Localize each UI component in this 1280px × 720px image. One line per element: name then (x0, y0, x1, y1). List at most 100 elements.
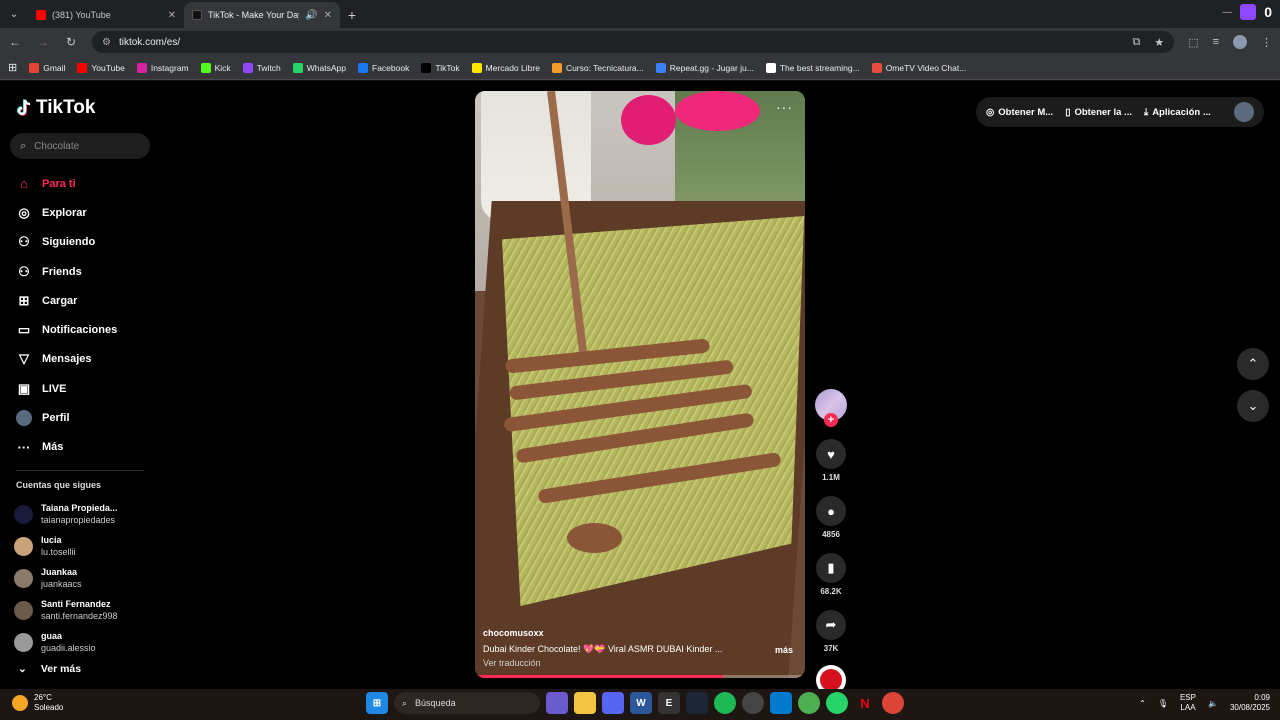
desktop-app-label: Aplicación ... (1152, 106, 1211, 118)
video-player[interactable]: ··· chocomusoxx Dubai Kinder Chocolate! … (475, 91, 805, 678)
get-app-button[interactable]: ▯ Obtener la ... (1065, 107, 1132, 118)
following-account[interactable]: Taiana Propieda... taianapropiedades (14, 498, 154, 530)
comment-icon[interactable]: ● (816, 496, 846, 526)
spotify-icon[interactable] (714, 692, 736, 714)
bookmark-item[interactable]: Repeat.gg - Jugar ju... (655, 62, 754, 73)
bookmark-item[interactable]: Twitch (242, 62, 281, 73)
discord-icon[interactable] (602, 692, 624, 714)
windows-start-icon[interactable]: ⊞ (366, 692, 388, 714)
reload-icon[interactable]: ↻ (64, 35, 78, 49)
bookmark-item[interactable]: Mercado Libre (471, 62, 540, 73)
follow-plus-icon[interactable]: + (824, 413, 838, 427)
bookmark-item[interactable]: YouTube (77, 62, 125, 73)
file-explorer-icon[interactable] (574, 692, 596, 714)
site-info-icon[interactable]: ⚙ (102, 37, 111, 48)
video-progress-bar[interactable] (475, 675, 805, 678)
forward-icon[interactable]: → (36, 35, 50, 49)
comment-action[interactable]: ● 4856 (814, 496, 848, 539)
sidebar-item-friends[interactable]: ⚇ Friends (16, 257, 146, 286)
tiktok-logo[interactable]: TikTok (16, 97, 95, 119)
video-more-icon[interactable]: ··· (776, 99, 793, 115)
sidebar-item-cargar[interactable]: ⊞ Cargar (16, 286, 146, 315)
address-bar[interactable]: ⚙ tiktok.com/es/ ⧉ ★ (92, 31, 1175, 53)
sidebar-item-parati[interactable]: ⌂ Para ti (16, 169, 146, 198)
tray-chevron-icon[interactable]: ⌃ (1139, 699, 1146, 708)
previous-video-button[interactable]: ⌃ (1237, 348, 1269, 380)
bookmark-item[interactable]: Curso: Tecnicatura... (551, 62, 644, 73)
whatsapp-icon[interactable] (826, 692, 848, 714)
share-action[interactable]: ➦ 37K (814, 610, 848, 653)
save-action[interactable]: ▮ 68.2K (814, 553, 848, 596)
bookmark-item[interactable]: Kick (200, 62, 231, 73)
close-icon[interactable]: ✕ (324, 10, 332, 21)
share-icon[interactable]: ➦ (816, 610, 846, 640)
bookmark-item[interactable]: Instagram (136, 62, 189, 73)
bookmark-item[interactable]: Facebook (358, 62, 409, 73)
heart-icon[interactable]: ♥ (816, 439, 846, 469)
tab-tiktok[interactable]: TikTok - Make Your Day 🔊 ✕ (184, 2, 340, 28)
sidebar-item-perfil[interactable]: Perfil (16, 403, 146, 432)
chrome-icon[interactable] (798, 692, 820, 714)
clock[interactable]: 0:09 30/08/2025 (1230, 693, 1270, 713)
close-icon[interactable]: ✕ (168, 10, 176, 21)
youtube-icon (36, 10, 46, 20)
sidebar-item-notificaciones[interactable]: ▭ Notificaciones (16, 315, 146, 344)
search-input[interactable] (34, 140, 135, 152)
bookmark-item[interactable]: The best streaming... (765, 62, 860, 73)
microphone-icon[interactable]: 🎙 (1158, 699, 1168, 708)
language-indicator[interactable]: ESP LAA (1180, 693, 1196, 713)
video-more-link[interactable]: más (775, 645, 793, 655)
steam-icon[interactable] (686, 692, 708, 714)
extensions-icon[interactable]: ⬚ (1188, 36, 1198, 49)
bookmark-favicon-icon (77, 62, 88, 73)
weather-widget[interactable]: 26°C Soleado (12, 693, 63, 713)
see-more-button[interactable]: ⌄ Ver más (18, 663, 81, 675)
vscode-icon[interactable] (770, 692, 792, 714)
video-author[interactable]: chocomusoxx (483, 628, 544, 638)
desktop-app-button[interactable]: ⤓ Aplicación ... (1144, 107, 1211, 118)
minimize-icon[interactable]: — (1222, 7, 1232, 18)
next-video-button[interactable]: ⌄ (1237, 390, 1269, 422)
obs-icon[interactable] (742, 692, 764, 714)
netflix-icon[interactable]: N (854, 692, 876, 714)
sidebar-item-mensajes[interactable]: ▽ Mensajes (16, 345, 146, 374)
get-coins-button[interactable]: ◎ Obtener M... (986, 107, 1053, 118)
bookmark-item[interactable]: TikTok (421, 62, 460, 73)
reading-list-icon[interactable]: ≡ (1213, 36, 1219, 48)
chrome-icon[interactable] (882, 692, 904, 714)
bookmark-icon[interactable]: ▮ (816, 553, 846, 583)
like-action[interactable]: ♥ 1.1M (814, 439, 848, 482)
tab-search-button[interactable]: ⌄ (0, 0, 28, 28)
twitch-extension-icon[interactable] (1240, 4, 1257, 20)
menu-icon[interactable]: ⋮ (1261, 36, 1272, 49)
translate-link[interactable]: Ver traducción (483, 658, 541, 668)
bookmark-item[interactable]: WhatsApp (292, 62, 346, 73)
sidebar-item-live[interactable]: ▣ LIVE (16, 374, 146, 403)
volume-icon[interactable]: 🔈 (1208, 699, 1218, 708)
profile-avatar[interactable] (1233, 35, 1247, 49)
following-account[interactable]: guaa guadii.alessio (14, 626, 154, 658)
account-username: lu.tosellii (41, 547, 76, 557)
sidebar-item-ms[interactable]: ··· Más (16, 433, 146, 462)
speaker-icon[interactable]: 🔊 (305, 10, 317, 21)
bookmark-item[interactable]: OmeTV Video Chat... (871, 62, 966, 73)
search-box[interactable]: ⌕ (10, 133, 150, 159)
following-account[interactable]: lucia lu.tosellii (14, 530, 154, 562)
sidebar-item-explorar[interactable]: ◎ Explorar (16, 198, 146, 227)
install-icon[interactable]: ⧉ (1132, 36, 1140, 49)
tab-youtube[interactable]: (381) YouTube ✕ (28, 2, 184, 28)
bookmark-item[interactable]: Gmail (29, 62, 65, 73)
new-tab-button[interactable]: + (340, 2, 364, 28)
epic-games-icon[interactable]: E (658, 692, 680, 714)
bookmark-star-icon[interactable]: ★ (1154, 36, 1164, 49)
following-account[interactable]: Juankaa juankaacs (14, 562, 154, 594)
user-avatar[interactable] (1234, 102, 1254, 122)
following-account[interactable]: Santi Fernandez santi.fernandez998 (14, 594, 154, 626)
taskbar-search[interactable]: ⌕ Búsqueda (394, 692, 540, 714)
creator-avatar[interactable]: + (815, 389, 847, 427)
back-icon[interactable]: ← (8, 35, 22, 49)
copilot-icon[interactable] (546, 692, 568, 714)
apps-icon[interactable]: ⊞ (8, 61, 17, 74)
word-icon[interactable]: W (630, 692, 652, 714)
sidebar-item-siguiendo[interactable]: ⚇ Siguiendo (16, 228, 146, 257)
